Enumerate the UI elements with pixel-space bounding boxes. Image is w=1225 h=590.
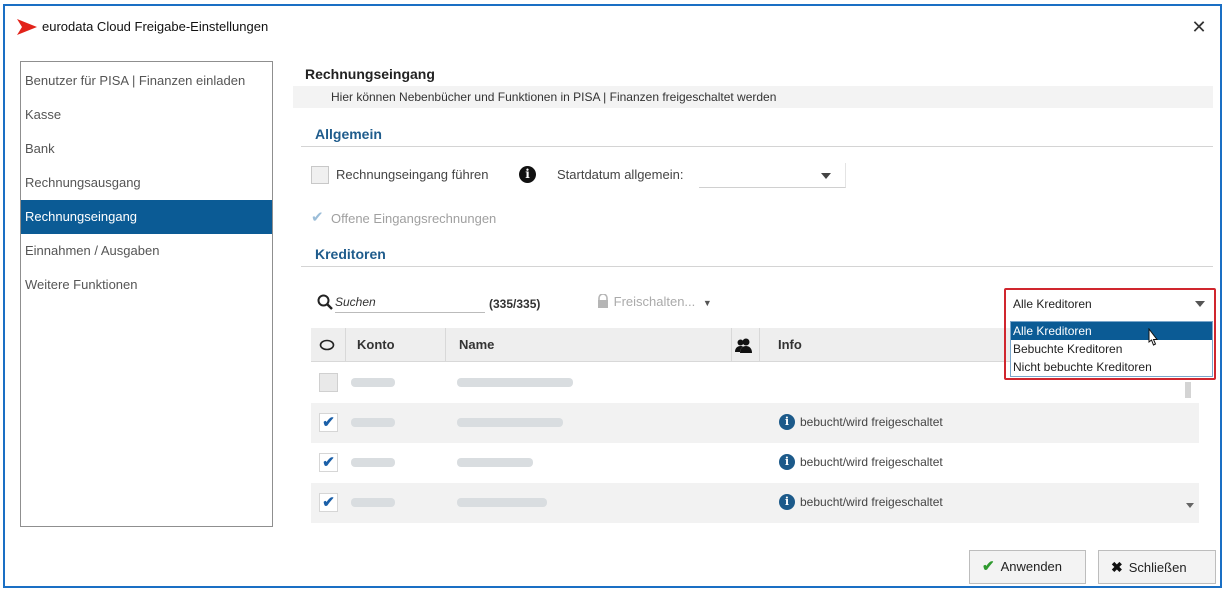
sidebar-item-kasse[interactable]: Kasse <box>21 98 272 132</box>
konto-value <box>351 378 395 387</box>
name-value <box>457 458 533 467</box>
filter-option-nicht-bebuchte[interactable]: Nicht bebuchte Kreditoren <box>1011 358 1212 376</box>
rechnungseingang-label: Rechnungseingang führen <box>336 167 489 182</box>
name-value <box>457 378 573 387</box>
apply-button[interactable]: ✔ Anwenden <box>969 550 1086 584</box>
table-row[interactable]: ✔ i bebucht/wird freigeschaltet <box>311 403 1199 443</box>
offene-row: ✔ Offene Eingangsrechnungen <box>301 208 601 230</box>
konto-value <box>351 498 395 507</box>
column-divider <box>345 328 346 362</box>
chevron-down-icon <box>821 173 831 179</box>
row-checkbox[interactable]: ✔ <box>319 493 338 512</box>
column-konto[interactable]: Konto <box>357 328 395 362</box>
check-icon: ✔ <box>982 558 995 575</box>
page-subtitle: Hier können Nebenbücher und Funktionen i… <box>293 86 1213 108</box>
search-input[interactable] <box>335 291 485 313</box>
rechnungseingang-row: Rechnungseingang führen i Startdatum all… <box>301 163 901 188</box>
sidebar-item-benutzer[interactable]: Benutzer für PISA | Finanzen einladen <box>21 64 272 98</box>
result-count: (335/335) <box>489 297 541 311</box>
section-allgemein: Allgemein <box>301 126 1213 147</box>
name-value <box>457 498 547 507</box>
rechnungseingang-checkbox[interactable] <box>311 166 329 184</box>
main-panel: Rechnungseingang Hier können Nebenbücher… <box>293 62 1216 532</box>
caret-down-icon: ▼ <box>702 298 712 308</box>
startdatum-label: Startdatum allgemein: <box>557 167 684 182</box>
kreditoren-filter-dropdown[interactable]: Alle Kreditoren <box>1009 293 1213 315</box>
sidebar-item-bank[interactable]: Bank <box>21 132 272 166</box>
window-title: eurodata Cloud Freigabe-Einstellungen <box>42 19 269 34</box>
table-row[interactable]: ✔ i bebucht/wird freigeschaltet <box>311 443 1199 483</box>
sidebar-item-weitere-funktionen[interactable]: Weitere Funktionen <box>21 268 272 302</box>
table-row[interactable]: ✔ i bebucht/wird freigeschaltet <box>311 483 1199 523</box>
scroll-down-icon[interactable] <box>1186 503 1194 508</box>
close-button[interactable]: ✖ Schließen <box>1098 550 1216 584</box>
column-name[interactable]: Name <box>459 328 494 362</box>
title-bar: eurodata Cloud Freigabe-Einstellungen ✕ <box>5 6 1220 48</box>
info-text: bebucht/wird freigeschaltet <box>800 455 943 469</box>
column-divider <box>445 328 446 362</box>
info-icon[interactable]: i <box>519 166 536 183</box>
mouse-pointer-icon <box>1148 328 1159 346</box>
close-icon[interactable]: ✕ <box>1186 14 1212 40</box>
chevron-down-icon <box>1195 301 1205 307</box>
column-divider <box>731 328 732 362</box>
info-icon: i <box>779 454 795 470</box>
filter-option-bebuchte[interactable]: Bebuchte Kreditoren <box>1011 340 1212 358</box>
sidebar-item-rechnungsausgang[interactable]: Rechnungsausgang <box>21 166 272 200</box>
freischalten-button[interactable]: Freischalten... ▼ <box>596 294 712 309</box>
offene-label: Offene Eingangsrechnungen <box>331 211 497 226</box>
row-checkbox[interactable] <box>319 373 338 392</box>
column-info[interactable]: Info <box>778 328 802 362</box>
search-icon <box>317 294 333 310</box>
eurodata-logo-icon <box>17 19 37 35</box>
startdatum-dropdown[interactable] <box>699 163 846 188</box>
scrollbar-thumb[interactable] <box>1185 382 1191 398</box>
lock-icon <box>598 294 608 308</box>
settings-dialog: eurodata Cloud Freigabe-Einstellungen ✕ … <box>3 4 1222 588</box>
info-icon: i <box>779 494 795 510</box>
users-icon[interactable] <box>735 337 753 353</box>
konto-value <box>351 458 395 467</box>
row-checkbox[interactable]: ✔ <box>319 413 338 432</box>
filter-options-list: Alle Kreditoren Bebuchte Kreditoren Nich… <box>1010 321 1213 377</box>
close-icon: ✖ <box>1111 559 1123 575</box>
name-value <box>457 418 563 427</box>
sidebar-item-rechnungseingang[interactable]: Rechnungseingang <box>21 200 272 234</box>
row-checkbox[interactable]: ✔ <box>319 453 338 472</box>
sidebar-item-einnahmen-ausgaben[interactable]: Einnahmen / Ausgaben <box>21 234 272 268</box>
info-text: bebucht/wird freigeschaltet <box>800 415 943 429</box>
info-text: bebucht/wird freigeschaltet <box>800 495 943 509</box>
konto-value <box>351 418 395 427</box>
section-kreditoren: Kreditoren <box>301 246 1213 267</box>
checkmark-icon[interactable]: ✔ <box>311 208 324 226</box>
column-divider <box>759 328 760 362</box>
sidebar: Benutzer für PISA | Finanzen einladen Ka… <box>20 61 273 527</box>
info-icon: i <box>779 414 795 430</box>
freischalten-label: Freischalten... <box>613 294 696 309</box>
page-title: Rechnungseingang <box>305 66 435 82</box>
filter-option-alle[interactable]: Alle Kreditoren <box>1011 322 1212 340</box>
cloud-icon[interactable] <box>319 339 335 351</box>
